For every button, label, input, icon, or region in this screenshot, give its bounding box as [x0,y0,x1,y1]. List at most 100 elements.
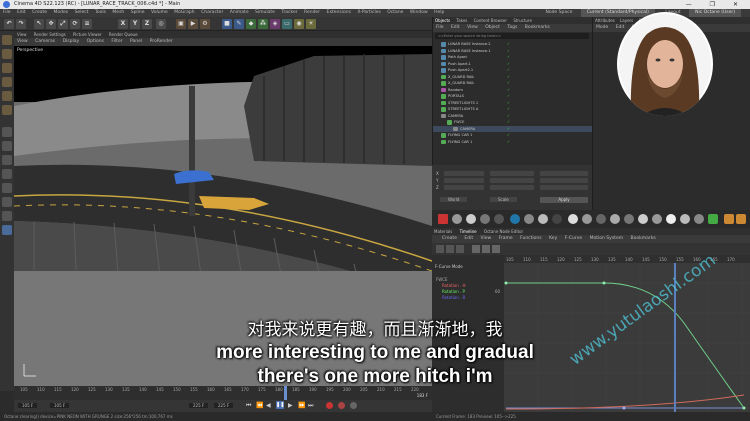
material-swatch[interactable] [538,214,548,224]
menu-mesh[interactable]: Mesh [112,10,124,15]
menu-animate[interactable]: Animate [230,10,249,15]
visible-check-icon[interactable]: ✓ [507,139,510,146]
prev-key-icon[interactable]: ⏪ [256,402,263,409]
track-rotation-p[interactable]: Rotation . P [442,289,465,294]
menu-edit[interactable]: Edit [17,10,26,15]
fcurve-mode-icon[interactable] [446,245,454,253]
tab-octane-node-editor[interactable]: Octane Node Editor [484,229,523,234]
apply-button[interactable]: Apply [540,197,588,203]
edges-mode-icon[interactable] [2,91,12,101]
objects-menu-edit[interactable]: Edit [451,25,460,30]
material-swatch[interactable] [624,214,634,224]
axis-y-button[interactable]: Y [130,19,140,29]
material-swatch[interactable] [582,214,592,224]
track-root[interactable]: FWCE [436,277,448,282]
octane-icon[interactable] [2,225,12,235]
rotation-h-field[interactable] [540,171,588,176]
floor-icon[interactable]: ▭ [282,19,292,29]
objects-menu-file[interactable]: File [436,25,444,30]
subdivision-icon[interactable]: ◆ [246,19,256,29]
objects-menu-view[interactable]: View [467,25,478,30]
render-settings-icon[interactable]: ⚙ [200,19,210,29]
tab-layers[interactable]: Layers [620,18,633,23]
rotation-p-field[interactable] [540,178,588,183]
viewport-menu-cameras[interactable]: Cameras [35,39,55,44]
rotation-b-field[interactable] [540,185,588,190]
tab-picture-viewer[interactable]: Picture Viewer [73,32,102,37]
objects-menu-tags[interactable]: Tags [507,25,517,30]
menu-tools[interactable]: Tools [95,10,106,15]
menu-help[interactable]: Help [434,10,444,15]
redo-icon[interactable]: ↷ [16,19,26,29]
prev-frame-icon[interactable]: ◀ [266,402,271,409]
make-editable-icon[interactable] [2,35,12,45]
points-mode-icon[interactable] [2,77,12,87]
menu-tracker[interactable]: Tracker [281,10,297,15]
menu-character[interactable]: Character [201,10,223,15]
objects-menu-object[interactable]: Object [485,25,500,30]
model-mode-icon[interactable] [2,49,12,59]
solo-icon[interactable] [2,197,12,207]
material-swatch[interactable] [666,214,676,224]
timeline-menu-bookmarks[interactable]: Bookmarks [631,236,656,241]
material-swatch[interactable] [680,214,690,224]
position-z-field[interactable] [444,185,484,190]
tab-render-queue[interactable]: Render Queue [109,32,138,37]
deformer-icon[interactable]: ◈ [270,19,280,29]
material-swatch[interactable] [596,214,606,224]
viewport-menu-panel[interactable]: Panel [130,39,142,44]
node-space-dropdown[interactable]: Current (Standard/Physical) [580,9,655,17]
coordinate-system-icon[interactable]: ◎ [156,19,166,29]
frame-selected-icon[interactable] [482,245,490,253]
timeline-menu-key[interactable]: Key [549,236,557,241]
material-swatch[interactable] [452,214,462,224]
material-swatch[interactable] [568,214,578,224]
material-swatch[interactable] [610,214,620,224]
menu-render[interactable]: Render [304,10,320,15]
attributes-menu-mode[interactable]: Mode [596,25,608,30]
render-view-icon[interactable]: ▣ [176,19,186,29]
size-y-field[interactable] [490,178,534,183]
menu-mograph[interactable]: MoGraph [174,10,194,15]
keyframe-selection-icon[interactable] [350,402,357,409]
viewport-menu-options[interactable]: Options [87,39,104,44]
menu-modes[interactable]: Modes [54,10,69,15]
material-swatch[interactable] [736,214,746,224]
material-swatch[interactable] [494,214,504,224]
axis-z-button[interactable]: Z [142,19,152,29]
menu-select[interactable]: Select [75,10,89,15]
material-swatch[interactable] [438,214,448,224]
go-to-end-icon[interactable]: ⏭ [308,402,313,410]
timeline-menu-frame[interactable]: Frame [499,236,513,241]
position-x-field[interactable] [444,171,484,176]
menu-volume[interactable]: Volume [151,10,168,15]
objects-menu-bookmarks[interactable]: Bookmarks [525,25,550,30]
go-to-start-icon[interactable]: ⏮ [246,402,251,410]
frame-all-icon[interactable] [472,245,480,253]
attributes-menu-edit[interactable]: Edit [616,25,625,30]
world-dropdown[interactable]: World [440,197,468,202]
next-key-icon[interactable]: ⏩ [298,402,305,409]
axis-mode-icon[interactable] [2,127,12,137]
timeline-menu-motion-system[interactable]: Motion System [590,236,623,241]
texture-mode-icon[interactable] [2,63,12,73]
start-preview-field[interactable]: 105 F [50,403,70,408]
object-row[interactable]: FLYING CAR 1 ✓ [433,139,593,146]
tweak-mode-icon[interactable] [2,141,12,151]
move-icon[interactable]: ✥ [46,19,56,29]
tab-attributes[interactable]: Attributes [595,18,615,23]
camera-icon[interactable]: ◉ [294,19,304,29]
render-picture-viewer-icon[interactable]: ▶ [188,19,198,29]
scale-dropdown[interactable]: Scale [490,197,517,202]
timeline-menu-edit[interactable]: Edit [464,236,473,241]
material-swatch[interactable] [480,214,490,224]
scale-icon[interactable]: ⤢ [58,19,68,29]
material-swatch[interactable] [466,214,476,224]
material-swatch[interactable] [724,214,734,224]
layout-dropdown[interactable]: Nic Octane (User) [689,9,741,17]
lock-workplane-icon[interactable] [2,183,12,193]
tab-timeline[interactable]: Timeline [460,229,477,234]
menu-spline[interactable]: Spline [131,10,145,15]
position-y-field[interactable] [444,178,484,183]
tab-content-browser[interactable]: Content Browser [474,18,507,23]
